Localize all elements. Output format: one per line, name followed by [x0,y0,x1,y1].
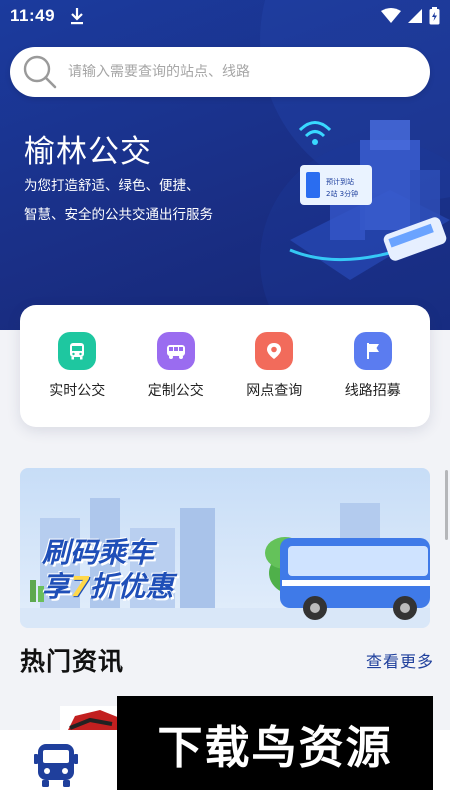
quick-action-outlet-search[interactable]: 网点查询 [229,332,319,400]
sign-text-2: 2站 3分钟 [326,189,358,198]
promo-banner-text: 刷码乘车 享7折优惠 [42,536,174,604]
quick-action-realtime-bus[interactable]: 实时公交 [32,332,122,400]
flag-icon [353,332,392,370]
bus-icon[interactable] [34,742,78,788]
hero-subtitle-line1: 为您打造舒适、绿色、便捷、 [24,178,200,194]
hot-news-title: 热门资讯 [20,647,125,676]
watermark: 下载鸟资源 [117,696,433,790]
quick-action-label: 实时公交 [49,383,106,399]
search-bar[interactable] [10,47,430,97]
scrollbar[interactable] [445,470,448,540]
status-bar: 11:49 [0,0,450,32]
wifi-icon [381,8,401,23]
status-time: 11:49 [10,6,56,25]
bus-icon [58,332,97,370]
hero-subtitle: 为您打造舒适、绿色、便捷、 智慧、安全的公共交通出行服务 [24,172,264,230]
signal-icon [408,9,422,23]
promo-banner[interactable]: 刷码乘车 享7折优惠 [20,468,430,628]
quick-action-label: 网点查询 [246,383,303,399]
page-title: 榆林公交 [24,134,152,170]
battery-icon [429,7,440,25]
quick-action-route-recruit[interactable]: 线路招募 [328,332,418,400]
hero-section: 11:49 榆林公交 为您打造舒适、绿色、便捷、 智 [0,0,450,330]
watermark-text: 下载鸟资源 [157,720,393,774]
promo-line2-suffix: 折优惠 [89,570,174,603]
promo-line1: 刷码乘车 [42,536,155,569]
sign-text-1: 预计到站 [326,177,354,186]
promo-line2-number: 7 [70,570,90,603]
search-icon [23,55,57,89]
quick-action-custom-bus[interactable]: 定制公交 [131,332,221,400]
location-icon [255,332,294,370]
quick-action-label: 线路招募 [344,383,401,399]
search-input[interactable] [68,64,398,80]
download-icon [71,8,84,25]
quick-actions-card: 实时公交 定制公交 网点查询 线路招募 [20,305,430,427]
minibus-icon [156,332,195,370]
promo-line2: 享7折优惠 [42,570,174,604]
smart-city-illustration: 预计到站 2站 3分钟 [289,120,450,280]
quick-action-label: 定制公交 [147,383,204,399]
view-more-link[interactable]: 查看更多 [366,648,434,672]
promo-line2-prefix: 享 [42,570,71,603]
hero-subtitle-line2: 智慧、安全的公共交通出行服务 [24,207,213,223]
